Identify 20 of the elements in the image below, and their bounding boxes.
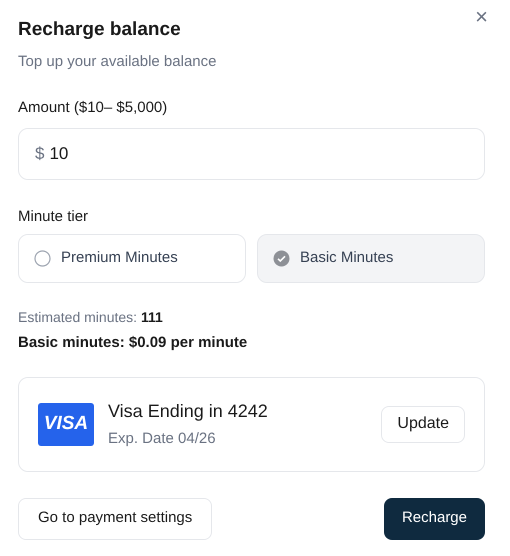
amount-field[interactable]: $ 10 xyxy=(18,128,485,180)
radio-icon xyxy=(34,250,51,267)
field-label: Amount ($10– $5,000) xyxy=(18,98,168,118)
field-label: Minute tier xyxy=(18,206,90,226)
dialog-title: Recharge balance xyxy=(18,18,181,42)
amount-value: 10 xyxy=(49,142,68,165)
dialog-subtitle: Top up your available balance xyxy=(18,52,218,72)
card-logo: VISA xyxy=(38,402,94,446)
checked-radio-icon xyxy=(273,250,290,267)
card-title: Visa Ending in 4242 xyxy=(108,400,269,423)
payment-settings-button[interactable]: Go to payment settings xyxy=(18,498,212,540)
tier-option[interactable]: Basic Minutes xyxy=(257,234,485,283)
update-button[interactable]: Update xyxy=(381,406,465,442)
estimate-text: Estimated minutes: 111 xyxy=(18,308,164,327)
rate-text: Basic minutes: $0.09 per minute xyxy=(18,333,248,353)
card-expiry: Exp. Date 04/26 xyxy=(108,428,217,449)
tier-option[interactable]: Premium Minutes xyxy=(18,234,246,283)
currency-prefix: $ xyxy=(35,142,44,165)
recharge-button[interactable]: Recharge xyxy=(384,498,485,540)
close-button[interactable]: × xyxy=(471,6,492,28)
